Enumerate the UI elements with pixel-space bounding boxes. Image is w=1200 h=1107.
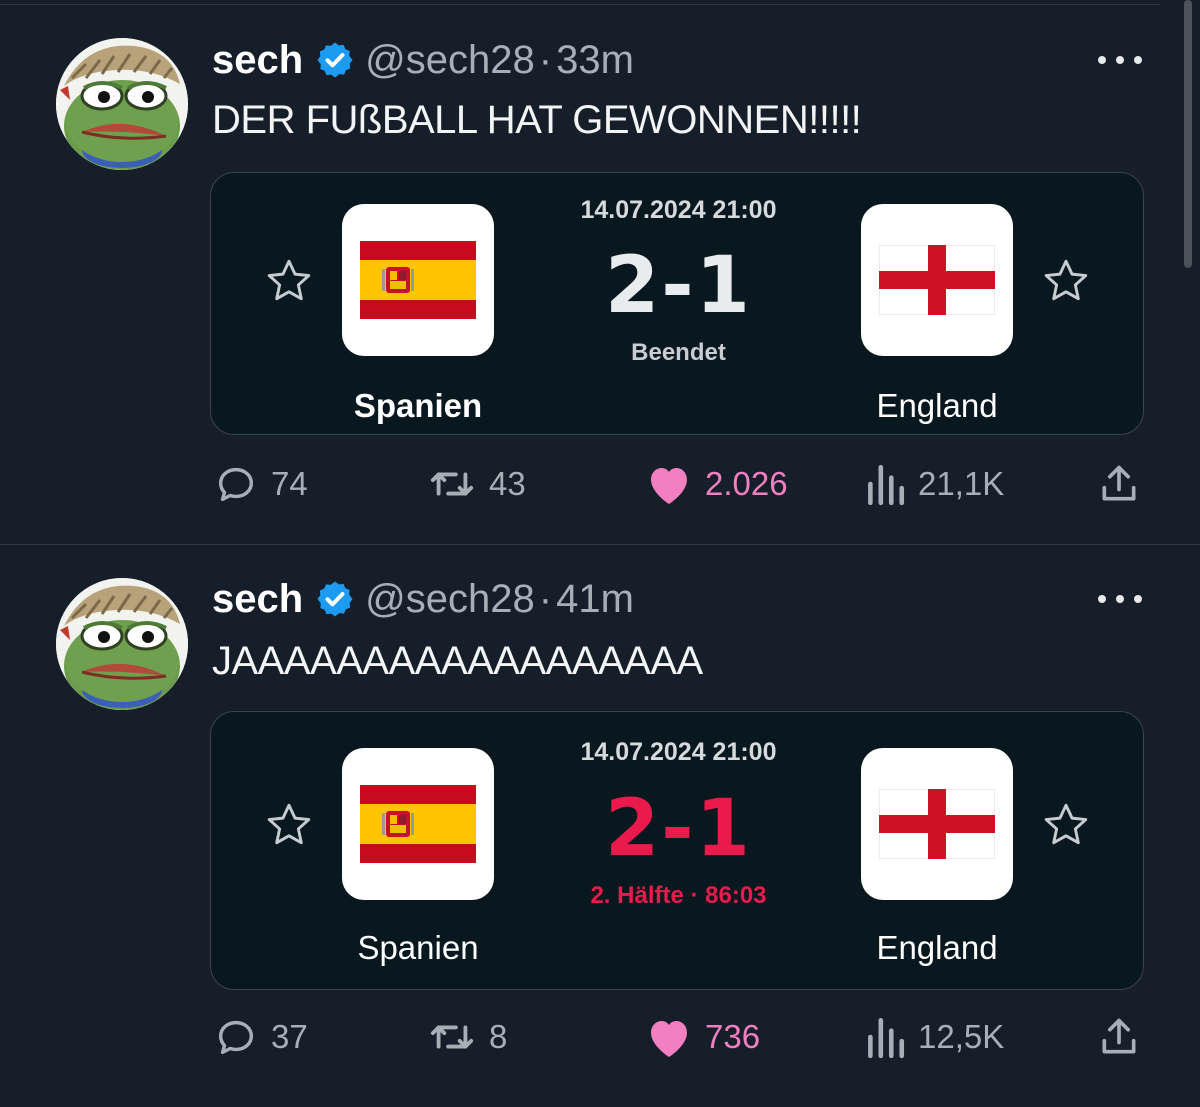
england-flag	[861, 204, 1013, 356]
share-button[interactable]	[1097, 459, 1153, 509]
match-status: Beendet	[631, 339, 726, 366]
like-button[interactable]: 736	[645, 1012, 760, 1062]
avatar[interactable]	[56, 38, 188, 170]
match-card[interactable]: Spanien 14.07.2024 21:00 2-1 Beendet Eng…	[210, 172, 1144, 435]
timestamp[interactable]: 41m	[556, 577, 634, 622]
home-team-name: Spanien	[357, 929, 479, 966]
view-count: 12,5K	[918, 1018, 1005, 1055]
star-icon[interactable]	[264, 800, 314, 850]
views-button[interactable]: 21,1K	[864, 459, 1004, 509]
spain-flag	[342, 204, 494, 356]
more-icon[interactable]	[1094, 48, 1146, 72]
view-count: 21,1K	[918, 465, 1005, 502]
reply-button[interactable]: 74	[213, 459, 308, 509]
like-count: 736	[705, 1018, 761, 1055]
separator: ·	[538, 37, 553, 82]
heart-icon	[651, 468, 687, 504]
star-icon[interactable]	[1041, 800, 1091, 850]
author-name[interactable]: sech	[212, 577, 303, 622]
share-icon	[1102, 465, 1136, 501]
away-team-name: England	[876, 387, 998, 424]
tweet-actions: 74 43 2.026 21,1K	[0, 459, 1200, 509]
tweet-actions: 37 8 736 12,5K	[0, 1012, 1200, 1062]
author-name[interactable]: sech	[212, 38, 303, 83]
match-card[interactable]: Spanien 14.07.2024 21:00 2-1 2. Hälfte ·…	[210, 711, 1144, 990]
share-button[interactable]	[1097, 1012, 1153, 1062]
repost-icon	[430, 472, 474, 496]
repost-button[interactable]: 43	[427, 459, 526, 509]
tweet[interactable]: sech @sech28 · 41m JAAAAAAAAAAAAAAAAAA S…	[0, 546, 1200, 1107]
match-datetime: 14.07.2024 21:00	[580, 738, 777, 766]
timestamp[interactable]: 33m	[556, 38, 634, 83]
tweet-text: JAAAAAAAAAAAAAAAAAA	[212, 639, 703, 683]
repost-icon	[430, 1025, 474, 1049]
star-icon[interactable]	[1041, 256, 1091, 306]
avatar[interactable]	[56, 578, 188, 710]
repost-button[interactable]: 8	[427, 1012, 507, 1062]
tweet-text: DER FUßBALL HAT GEWONNEN!!!!!	[212, 98, 862, 142]
tweet-header: sech @sech28 · 41m	[212, 575, 634, 623]
share-icon	[1102, 1018, 1136, 1054]
reply-icon	[218, 1020, 254, 1055]
views-button[interactable]: 12,5K	[864, 1012, 1004, 1062]
separator: ·	[538, 576, 553, 621]
home-team-name: Spanien	[353, 387, 483, 424]
repost-count: 43	[489, 465, 526, 502]
verified-badge-icon	[317, 42, 353, 78]
author-handle[interactable]: @sech28	[365, 577, 535, 622]
author-handle[interactable]: @sech28	[365, 38, 535, 83]
spain-flag	[342, 748, 494, 900]
match-score: 2-1	[605, 784, 752, 874]
views-icon	[868, 1017, 905, 1059]
star-icon[interactable]	[264, 256, 314, 306]
more-icon[interactable]	[1094, 587, 1146, 611]
like-button[interactable]: 2.026	[645, 459, 788, 509]
match-score: 2-1	[605, 241, 752, 331]
tweet[interactable]: sech @sech28 · 33m DER FUßBALL HAT GEWON…	[0, 0, 1200, 545]
like-count: 2.026	[705, 465, 788, 502]
verified-badge-icon	[317, 581, 353, 617]
reply-button[interactable]: 37	[213, 1012, 308, 1062]
match-status: 2. Hälfte · 86:03	[590, 882, 767, 909]
views-icon	[868, 464, 905, 506]
reply-count: 37	[271, 1018, 308, 1055]
repost-count: 8	[489, 1018, 508, 1055]
tweet-header: sech @sech28 · 33m	[212, 36, 634, 84]
reply-count: 74	[271, 465, 308, 502]
reply-icon	[218, 467, 254, 502]
match-datetime: 14.07.2024 21:00	[580, 196, 777, 224]
away-team-name: England	[876, 929, 998, 966]
england-flag	[861, 748, 1013, 900]
heart-icon	[651, 1021, 687, 1057]
